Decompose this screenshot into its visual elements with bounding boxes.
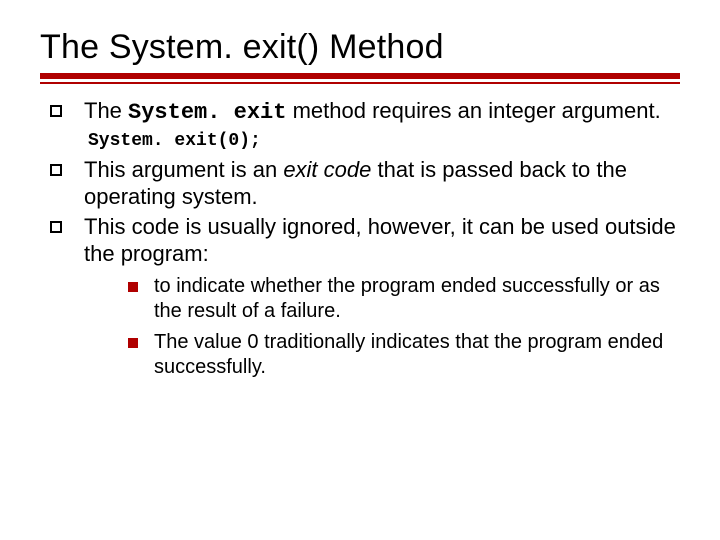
- bullet-2: This argument is an exit code that is pa…: [44, 157, 680, 211]
- bullet-1: The System. exit method requires an inte…: [44, 98, 680, 127]
- slide: The System. exit() Method The System. ex…: [0, 0, 720, 540]
- code-example: System. exit(0);: [88, 131, 680, 151]
- sub-bullet-1: to indicate whether the program ended su…: [124, 274, 680, 324]
- bullet-1-pre: The: [84, 98, 128, 123]
- rule-thin: [40, 82, 680, 84]
- bullet-1-code: System. exit: [128, 100, 286, 125]
- rule-thick: [40, 73, 680, 79]
- slide-title: The System. exit() Method: [40, 28, 680, 67]
- title-underline: [40, 73, 680, 84]
- bullet-3: This code is usually ignored, however, i…: [44, 214, 680, 380]
- bullet-2-pre: This argument is an: [84, 157, 283, 182]
- bullet-3-text: This code is usually ignored, however, i…: [84, 214, 676, 266]
- sub-bullet-2: The value 0 traditionally indicates that…: [124, 330, 680, 380]
- sub-bullet-list: to indicate whether the program ended su…: [84, 274, 680, 380]
- bullet-list: The System. exit method requires an inte…: [40, 98, 680, 380]
- bullet-1-post: method requires an integer argument.: [286, 98, 660, 123]
- bullet-2-em: exit code: [283, 157, 371, 182]
